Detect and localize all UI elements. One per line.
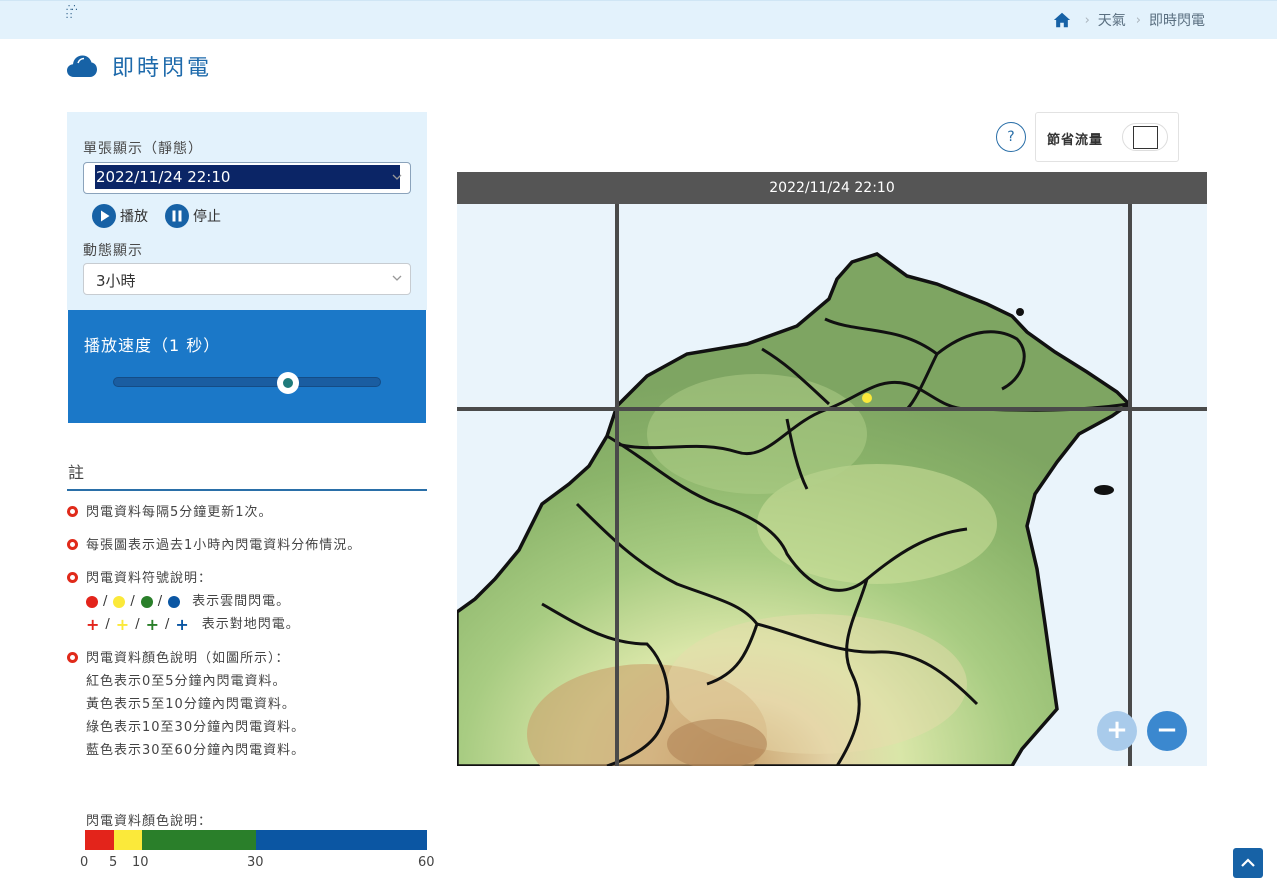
speed-panel: 播放速度（1 秒） bbox=[68, 310, 426, 423]
scale-tick: 60 bbox=[418, 855, 435, 870]
scale-tick: 10 bbox=[132, 855, 149, 870]
speed-slider-track[interactable] bbox=[113, 377, 381, 387]
map-timestamp: 2022/11/24 22:10 bbox=[457, 172, 1207, 204]
scale-tick: 0 bbox=[80, 855, 89, 870]
chevron-right-icon: › bbox=[1135, 12, 1141, 28]
chevron-down-icon bbox=[392, 174, 402, 180]
speed-slider-thumb[interactable] bbox=[277, 372, 300, 394]
ground-symbol-text: 表示對地閃電。 bbox=[201, 617, 300, 632]
note-text: 閃電資料符號說明： bbox=[86, 571, 213, 586]
toggle-checkbox[interactable] bbox=[1133, 126, 1158, 149]
play-icon bbox=[92, 204, 116, 228]
note-item: 閃電資料符號說明： / / / 表示雲間閃電。 + / + / + / + 表示對地閃… bbox=[67, 567, 300, 636]
note-text: 綠色表示10至30分鐘內閃電資料。 bbox=[86, 720, 306, 735]
note-text: 藍色表示30至60分鐘內閃電資料。 bbox=[86, 743, 306, 758]
scale-red bbox=[85, 830, 114, 850]
cloud-symbol-text: 表示雲間閃電。 bbox=[192, 594, 291, 609]
red-dot-icon bbox=[86, 595, 98, 608]
red-plus-icon: + bbox=[86, 614, 101, 634]
note-text: 閃電資料顏色說明（如圖所示）： bbox=[86, 651, 290, 666]
play-label: 播放 bbox=[120, 209, 148, 225]
scale-tick: 5 bbox=[109, 855, 118, 870]
top-bar: ∴∴ ∷ › 天氣 › 即時閃電 bbox=[0, 0, 1277, 39]
page-title: 即時閃電 bbox=[66, 50, 212, 82]
cloud-icon bbox=[67, 55, 97, 77]
data-saver-toggle[interactable] bbox=[1122, 123, 1168, 151]
dynamic-display-label: 動態顯示 bbox=[83, 243, 143, 259]
bullet-icon bbox=[67, 539, 78, 550]
note-item: 閃電資料每隔5分鐘更新1次。 bbox=[67, 501, 273, 524]
zoom-in-button[interactable]: + bbox=[1097, 711, 1137, 751]
note-text: 每張圖表示過去1小時內閃電資料分佈情況。 bbox=[86, 538, 362, 553]
home-icon[interactable] bbox=[1053, 11, 1071, 29]
yellow-plus-icon: + bbox=[115, 614, 131, 634]
control-panel: 單張顯示（靜態） 2022/11/24 22:10 播放 停止 動態顯示 3小時 bbox=[67, 112, 427, 310]
breadcrumb: › 天氣 › 即時閃電 bbox=[1053, 10, 1205, 30]
duration-select[interactable]: 3小時 bbox=[83, 263, 411, 295]
breadcrumb-item-weather[interactable]: 天氣 bbox=[1098, 10, 1126, 30]
chevron-right-icon: › bbox=[1084, 12, 1090, 28]
speed-label: 播放速度（1 秒） bbox=[84, 336, 221, 355]
blue-plus-icon: + bbox=[175, 614, 190, 634]
single-display-label: 單張顯示（靜態） bbox=[83, 141, 203, 157]
back-to-top-button[interactable] bbox=[1233, 848, 1263, 878]
scale-yellow bbox=[114, 830, 142, 850]
lightning-strike-marker[interactable] bbox=[862, 393, 872, 403]
note-item: 閃電資料顏色說明（如圖所示）： 紅色表示0至5分鐘內閃電資料。 黃色表示5至10… bbox=[67, 647, 305, 762]
chevron-up-icon bbox=[1241, 858, 1255, 867]
cloud-symbol-row: / / / 表示雲間閃電。 bbox=[86, 590, 300, 613]
time-select[interactable]: 2022/11/24 22:10 bbox=[83, 162, 411, 194]
duration-select-value: 3小時 bbox=[96, 272, 136, 290]
pause-icon bbox=[165, 204, 189, 228]
bullet-icon bbox=[67, 506, 78, 517]
green-plus-icon: + bbox=[145, 614, 160, 634]
note-item: 每張圖表示過去1小時內閃電資料分佈情況。 bbox=[67, 534, 361, 557]
blue-dot-icon bbox=[168, 595, 181, 608]
stop-button[interactable]: 停止 bbox=[165, 204, 221, 228]
time-select-value: 2022/11/24 22:10 bbox=[95, 165, 400, 189]
note-text: 紅色表示0至5分鐘內閃電資料。 bbox=[86, 674, 287, 689]
green-dot-icon bbox=[140, 595, 153, 608]
page-title-text: 即時閃電 bbox=[112, 56, 213, 81]
zoom-out-button[interactable]: − bbox=[1147, 711, 1187, 751]
help-button[interactable]: ? bbox=[996, 122, 1026, 152]
lightning-map[interactable] bbox=[457, 204, 1207, 766]
notes-heading: 註 bbox=[67, 458, 427, 491]
scale-label: 閃電資料顏色說明： bbox=[86, 814, 213, 829]
ground-symbol-row: + / + / + / + 表示對地閃電。 bbox=[86, 613, 300, 636]
chevron-down-icon bbox=[392, 275, 402, 281]
terrain-map bbox=[457, 204, 1207, 766]
bullet-icon bbox=[67, 572, 78, 583]
scale-blue bbox=[256, 830, 427, 850]
data-saver-label: 節省流量 bbox=[1047, 133, 1104, 148]
breadcrumb-item-lightning: 即時閃電 bbox=[1149, 13, 1205, 29]
grid-dots-icon[interactable]: ∴∴ ∷ bbox=[66, 4, 78, 22]
play-button[interactable]: 播放 bbox=[92, 204, 148, 228]
data-saver-panel: 節省流量 bbox=[1035, 112, 1179, 162]
stop-label: 停止 bbox=[193, 209, 221, 225]
yellow-dot-icon bbox=[113, 595, 126, 608]
note-text: 閃電資料每隔5分鐘更新1次。 bbox=[86, 505, 273, 520]
bullet-icon bbox=[67, 652, 78, 663]
note-text: 黃色表示5至10分鐘內閃電資料。 bbox=[86, 697, 296, 712]
scale-green bbox=[142, 830, 256, 850]
scale-tick: 30 bbox=[247, 855, 264, 870]
color-scale-bar bbox=[85, 830, 427, 850]
